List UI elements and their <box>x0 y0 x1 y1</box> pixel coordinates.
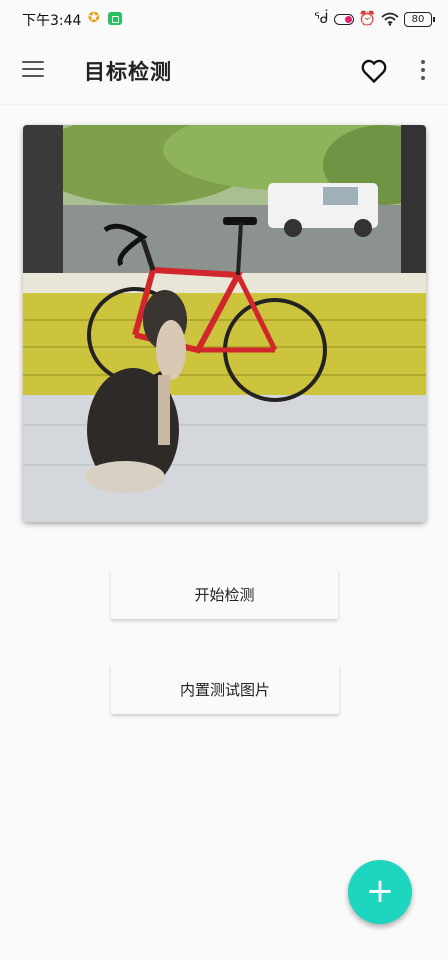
notification-star-icon: ✪ <box>88 10 100 26</box>
plus-icon: + <box>365 871 395 911</box>
status-time: 下午3:44 <box>22 13 82 29</box>
battery-icon: 80 <box>404 11 435 27</box>
builtin-images-button[interactable]: 内置测试图片 <box>111 664 339 714</box>
start-detect-button[interactable]: 开始检测 <box>111 569 338 619</box>
page-title: 目标检测 <box>84 60 172 84</box>
app-bar: 目标检测 <box>0 38 448 105</box>
bluetooth-icon: ᖂ <box>313 11 329 27</box>
status-icons: ᖂ ⏰ 80 <box>313 10 435 28</box>
menu-icon[interactable] <box>22 60 44 78</box>
alarm-icon: ⏰ <box>358 11 376 27</box>
wifi-icon <box>381 12 399 26</box>
photo-preview <box>23 125 426 522</box>
toggle-icon <box>333 13 354 25</box>
meeting-app-icon <box>108 12 122 25</box>
add-fab[interactable]: + <box>348 860 412 924</box>
more-vert-icon[interactable] <box>414 60 432 84</box>
heart-icon[interactable] <box>360 57 388 85</box>
status-bar: 下午3:44 ✪ ᖂ ⏰ 80 <box>0 0 448 38</box>
